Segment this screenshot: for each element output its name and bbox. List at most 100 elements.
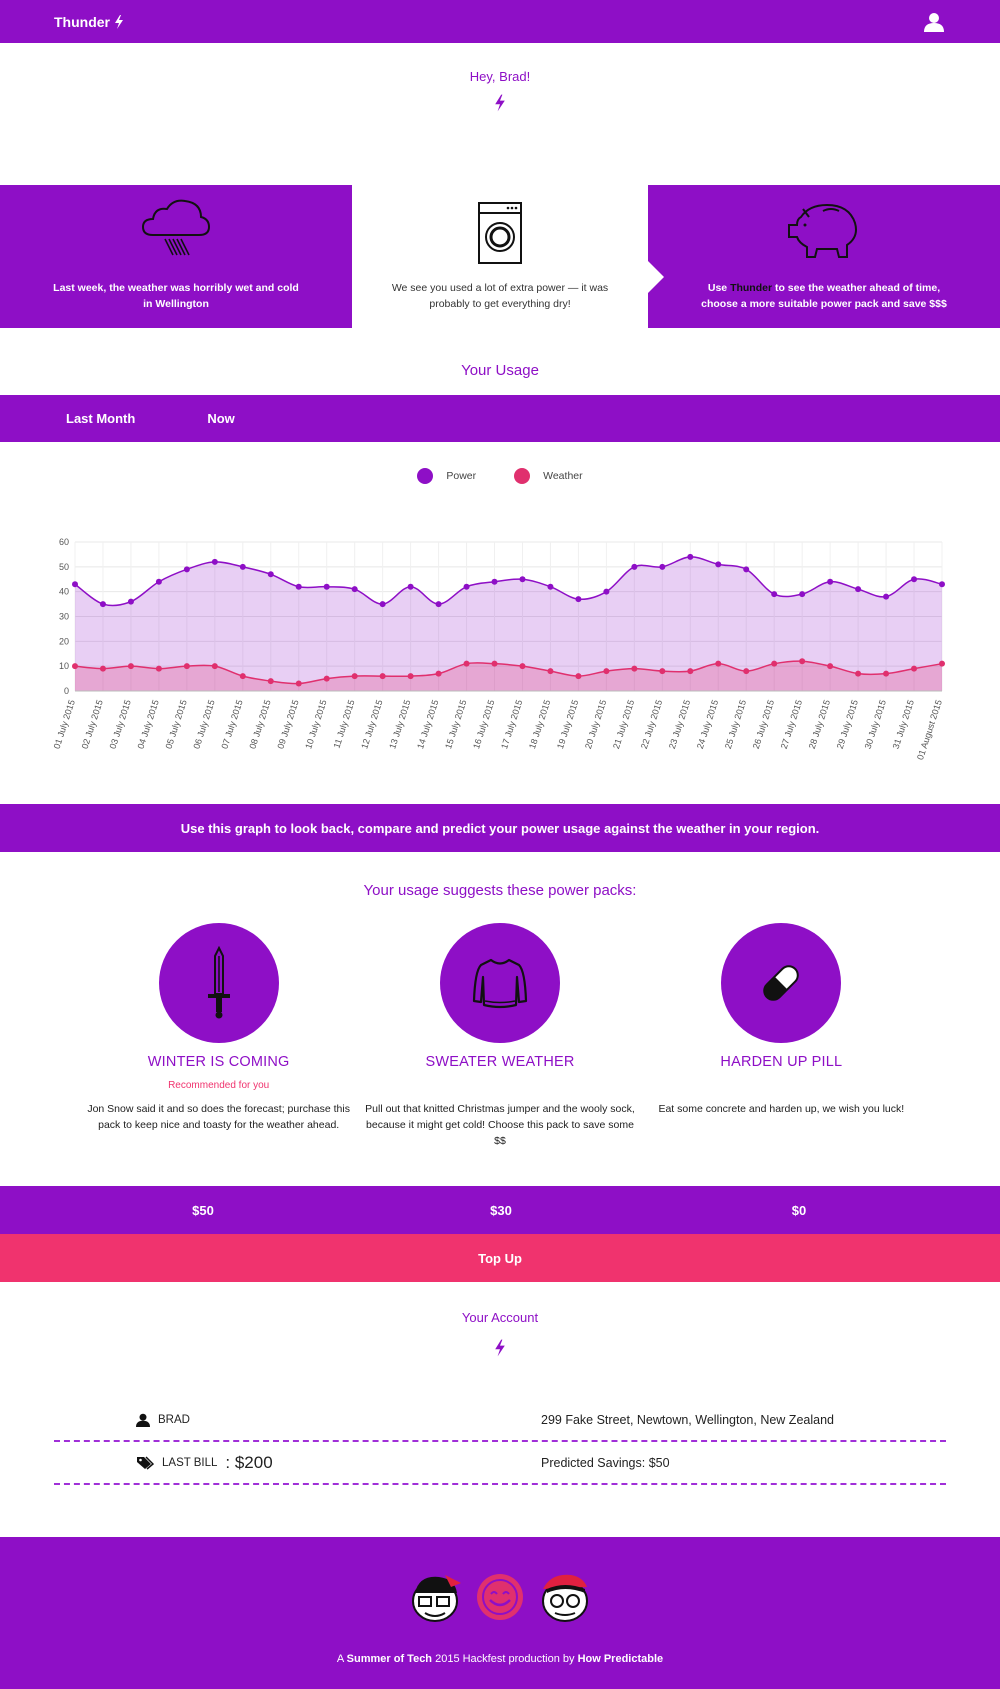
tile-weather: Last week, the weather was horribly wet … [0,185,368,328]
data-point-weather [771,660,778,667]
pack-sweater-name: SWEATER WEATHER [425,1054,575,1070]
data-point-power [659,563,666,570]
x-tick-label: 09 July 2015 [275,699,300,751]
account-details: BRAD 299 Fake Street, Newtown, Wellingto… [54,1399,946,1485]
data-point-power [827,578,834,585]
x-tick-label: 22 July 2015 [639,699,664,751]
pill-icon [763,965,800,1001]
legend-power-label: Power [446,470,477,482]
pack-sweater-circle[interactable] [439,923,560,1043]
data-point-power [211,558,218,565]
data-point-power [855,586,862,593]
data-point-power [351,586,358,593]
packs-list: WINTER IS COMING Recommended for you Jon… [0,923,1000,1149]
x-tick-label: 16 July 2015 [471,699,496,751]
account-row-name: BRAD 299 Fake Street, Newtown, Wellingto… [54,1399,946,1442]
rain-cloud-icon [141,197,211,264]
x-tick-label: 04 July 2015 [136,699,161,751]
footer-middle: 2015 Hackfest production by [432,1653,578,1665]
pack-winter-recommended: Recommended for you [168,1080,270,1091]
tile-arrow [648,261,664,293]
data-point-power [939,581,945,588]
smiley-logo-icon [477,1574,523,1620]
x-tick-label: 27 July 2015 [779,699,804,751]
pack-sweater[interactable]: SWEATER WEATHER Pull out that knitted Ch… [359,923,640,1149]
price-winter[interactable]: $50 [54,1203,352,1218]
x-tick-label: 02 July 2015 [80,699,105,751]
footer-summer-link[interactable]: Summer of Tech [347,1653,432,1665]
tab-last-month[interactable]: Last Month [66,411,135,426]
greeting-bolt [0,94,1000,117]
bolt-icon [495,94,505,112]
data-point-power [911,576,918,583]
x-tick-label: 12 July 2015 [359,699,384,751]
data-point-weather [183,663,190,670]
pack-pill[interactable]: HARDEN UP PILL Eat some concrete and har… [641,923,922,1149]
footer: A Summer of Tech 2015 Hackfest productio… [0,1537,1000,1689]
chart-banner: Use this graph to look back, compare and… [0,804,1000,852]
account-bolt [0,1339,1000,1357]
x-tick-label: 05 July 2015 [163,699,188,751]
pack-sweater-recommended [359,1080,640,1092]
y-tick-label: 60 [59,537,69,547]
data-point-power [603,588,610,595]
account-bill-cell: LAST BILL: $200 [54,1453,541,1473]
tile-save-text: Use Thunder to see the weather ahead of … [699,280,949,312]
x-tick-label: 13 July 2015 [387,699,412,751]
footer-logos [405,1569,595,1625]
pack-pill-name: HARDEN UP PILL [720,1054,843,1070]
info-tiles: Last week, the weather was horribly wet … [0,185,1000,328]
account-name: BRAD [158,1413,190,1426]
x-tick-label: 06 July 2015 [191,699,216,751]
data-point-power [715,561,722,568]
top-bar: Thunder [0,0,1000,43]
price-sweater[interactable]: $30 [352,1203,650,1218]
usage-tabs: Last Month Now [0,395,1000,442]
data-point-power [575,596,582,603]
sword-icon [207,946,230,1019]
x-tick-label: 15 July 2015 [443,699,468,751]
pack-winter-circle[interactable] [158,923,279,1043]
legend-weather[interactable]: Weather [514,468,583,484]
pack-pill-circle[interactable] [721,923,842,1043]
data-point-weather [855,670,862,677]
y-tick-label: 10 [59,661,69,671]
x-tick-label: 20 July 2015 [583,699,608,751]
y-tick-label: 30 [59,612,69,622]
data-point-weather [491,660,498,667]
x-tick-label: 30 July 2015 [863,699,888,751]
user-button[interactable] [922,10,946,34]
data-point-weather [687,668,694,675]
tags-icon [137,1455,154,1470]
usage-chart: 0 10 20 30 40 50 60 01 July 2015 02 July 2015 03 … [0,484,1000,804]
data-point-weather [715,660,722,667]
data-point-weather [883,670,890,677]
washing-machine-icon [477,201,523,270]
legend-power[interactable]: Power [417,468,476,484]
data-point-weather [659,668,666,675]
pack-sweater-desc: Pull out that knitted Christmas jumper a… [365,1103,635,1147]
pack-winter-name: WINTER IS COMING [147,1054,290,1070]
footer-company-link[interactable]: How Predictable [578,1653,664,1665]
greeting-text: Hey, Brad! [469,69,531,84]
pack-winter[interactable]: WINTER IS COMING Recommended for you Jon… [78,923,359,1149]
piggy-bank-icon [785,197,863,266]
brand[interactable]: Thunder [54,14,124,30]
data-point-weather [323,675,330,682]
x-tick-label: 01 July 2015 [52,699,77,751]
x-tick-label: 23 July 2015 [667,699,692,751]
price-pill[interactable]: $0 [650,1203,948,1218]
data-point-weather [799,658,806,665]
legend-weather-label: Weather [543,470,583,482]
data-point-power [631,563,638,570]
top-up-button[interactable]: Top Up [0,1234,1000,1282]
x-tick-label: 26 July 2015 [751,699,776,751]
account-address: 299 Fake Street, Newtown, Wellington, Ne… [541,1412,834,1427]
data-point-power [771,591,778,598]
data-point-power [267,571,274,578]
data-point-power [239,563,246,570]
x-tick-label: 21 July 2015 [611,699,636,751]
tab-now[interactable]: Now [207,411,234,426]
tile-save-prefix: Use [707,282,731,294]
data-point-weather [631,665,638,672]
